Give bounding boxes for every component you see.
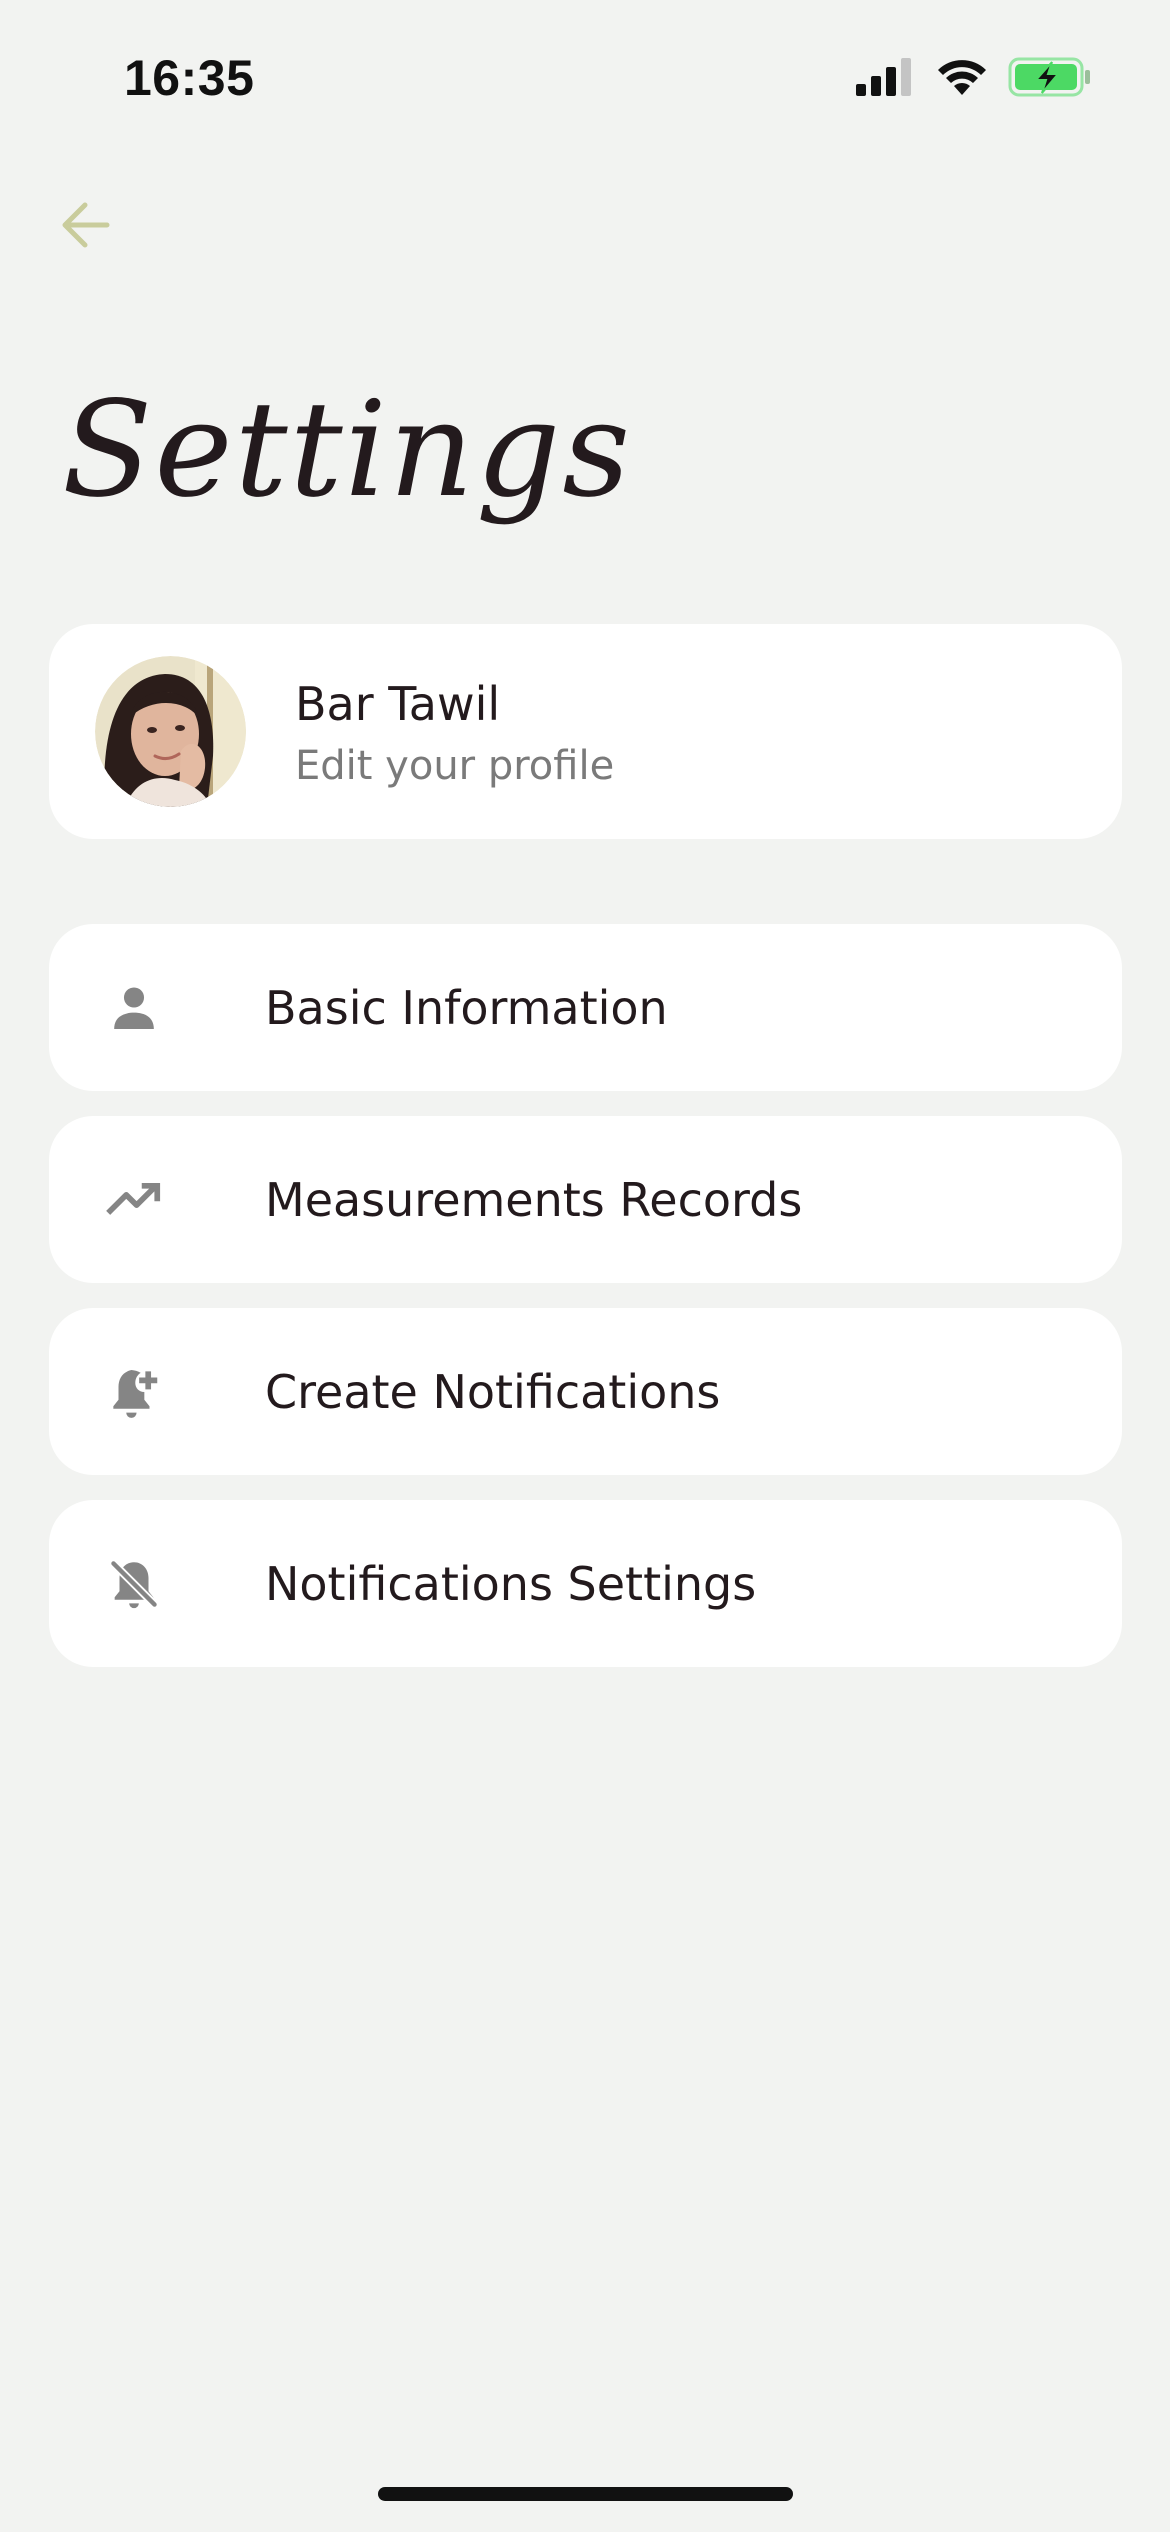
menu-item-create-notifications[interactable]: Create Notifications (49, 1308, 1122, 1475)
status-bar: 16:35 (0, 0, 1170, 150)
menu-item-measurements-records[interactable]: Measurements Records (49, 1116, 1122, 1283)
menu-item-label: Measurements Records (265, 1172, 803, 1227)
profile-card[interactable]: Bar Tawil Edit your profile (49, 624, 1122, 839)
menu-item-label: Notifications Settings (265, 1556, 757, 1611)
bell-off-icon (99, 1549, 169, 1619)
back-button[interactable] (50, 190, 120, 260)
battery-charging-icon (1008, 56, 1092, 102)
person-icon (99, 973, 169, 1043)
page-title: Settings (62, 373, 633, 527)
home-indicator[interactable] (378, 2487, 793, 2501)
profile-name: Bar Tawil (295, 677, 501, 731)
arrow-left-icon (62, 202, 110, 248)
menu-item-label: Create Notifications (265, 1364, 721, 1419)
avatar (95, 656, 246, 807)
bell-plus-icon (99, 1357, 169, 1427)
menu-item-basic-information[interactable]: Basic Information (49, 924, 1122, 1091)
menu-item-label: Basic Information (265, 980, 668, 1035)
cellular-signal-icon (856, 58, 914, 100)
menu-item-notifications-settings[interactable]: Notifications Settings (49, 1500, 1122, 1667)
trending-up-icon (99, 1165, 169, 1235)
status-time: 16:35 (124, 50, 255, 106)
wifi-icon (936, 56, 988, 100)
profile-subtitle: Edit your profile (295, 743, 615, 789)
